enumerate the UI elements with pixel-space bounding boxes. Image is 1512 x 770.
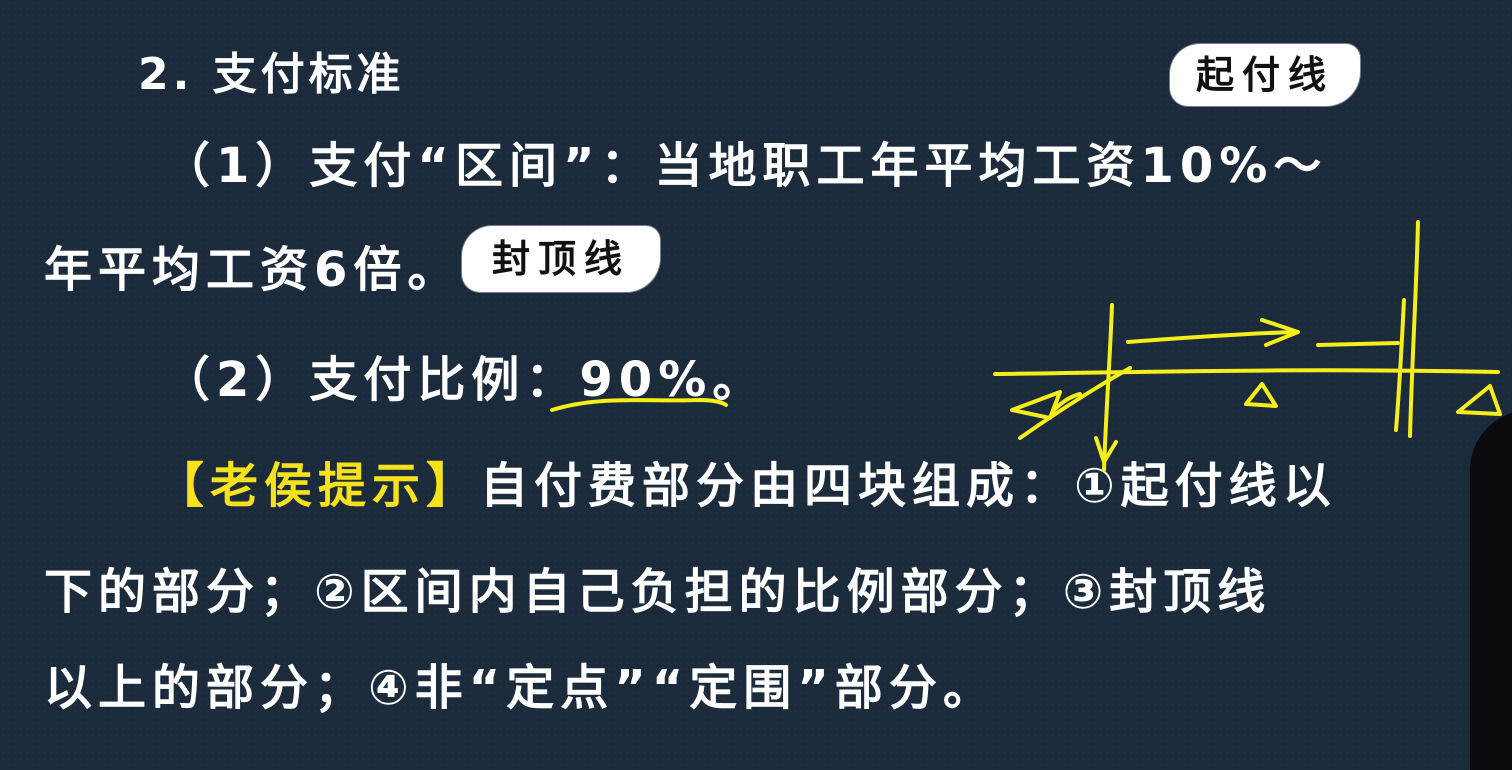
cap-tick-2 (1394, 298, 1406, 432)
section-title: 2. 支付标准 (138, 49, 405, 100)
range-arrow (1126, 330, 1294, 344)
tip-label: 【老侯提示】 (156, 458, 481, 514)
payment-ratio-value: 90%。 (579, 352, 767, 408)
tip-line-2: 下的部分；②区间内自己负担的比例部分；③封顶线 (44, 564, 1272, 620)
payment-ratio-prefix: （2）支付比例： (162, 352, 580, 408)
left-slash-1 (1018, 366, 1132, 440)
payment-range-line-1: （1）支付“区间”：当地职工年平均工资10%～ (162, 138, 1328, 194)
cap-tick-1 (1408, 220, 1420, 438)
cap-line-label: 封顶线 (462, 226, 661, 292)
axis-line (993, 368, 1500, 376)
presenter-silhouette (1470, 410, 1512, 770)
start-tick (1102, 303, 1114, 472)
payment-ratio-line: （2）支付比例：90%。 (162, 356, 766, 404)
right-triangle (1456, 384, 1502, 416)
left-slash-2 (1052, 392, 1082, 412)
mid-triangle (1244, 382, 1278, 408)
left-triangle (1010, 390, 1062, 420)
payment-range-line-2: 年平均工资6倍。 (44, 242, 462, 298)
start-line-label: 起付线 (1170, 44, 1361, 106)
dash-segment (1316, 341, 1400, 347)
range-arrowhead (1260, 318, 1300, 347)
tip-text-1: 自付费部分由四块组成：①起付线以 (480, 458, 1337, 514)
tip-line-1: 【老侯提示】自付费部分由四块组成：①起付线以 (156, 462, 1337, 510)
tip-line-3: 以上的部分；④非“定点”“定围”部分。 (44, 660, 997, 716)
